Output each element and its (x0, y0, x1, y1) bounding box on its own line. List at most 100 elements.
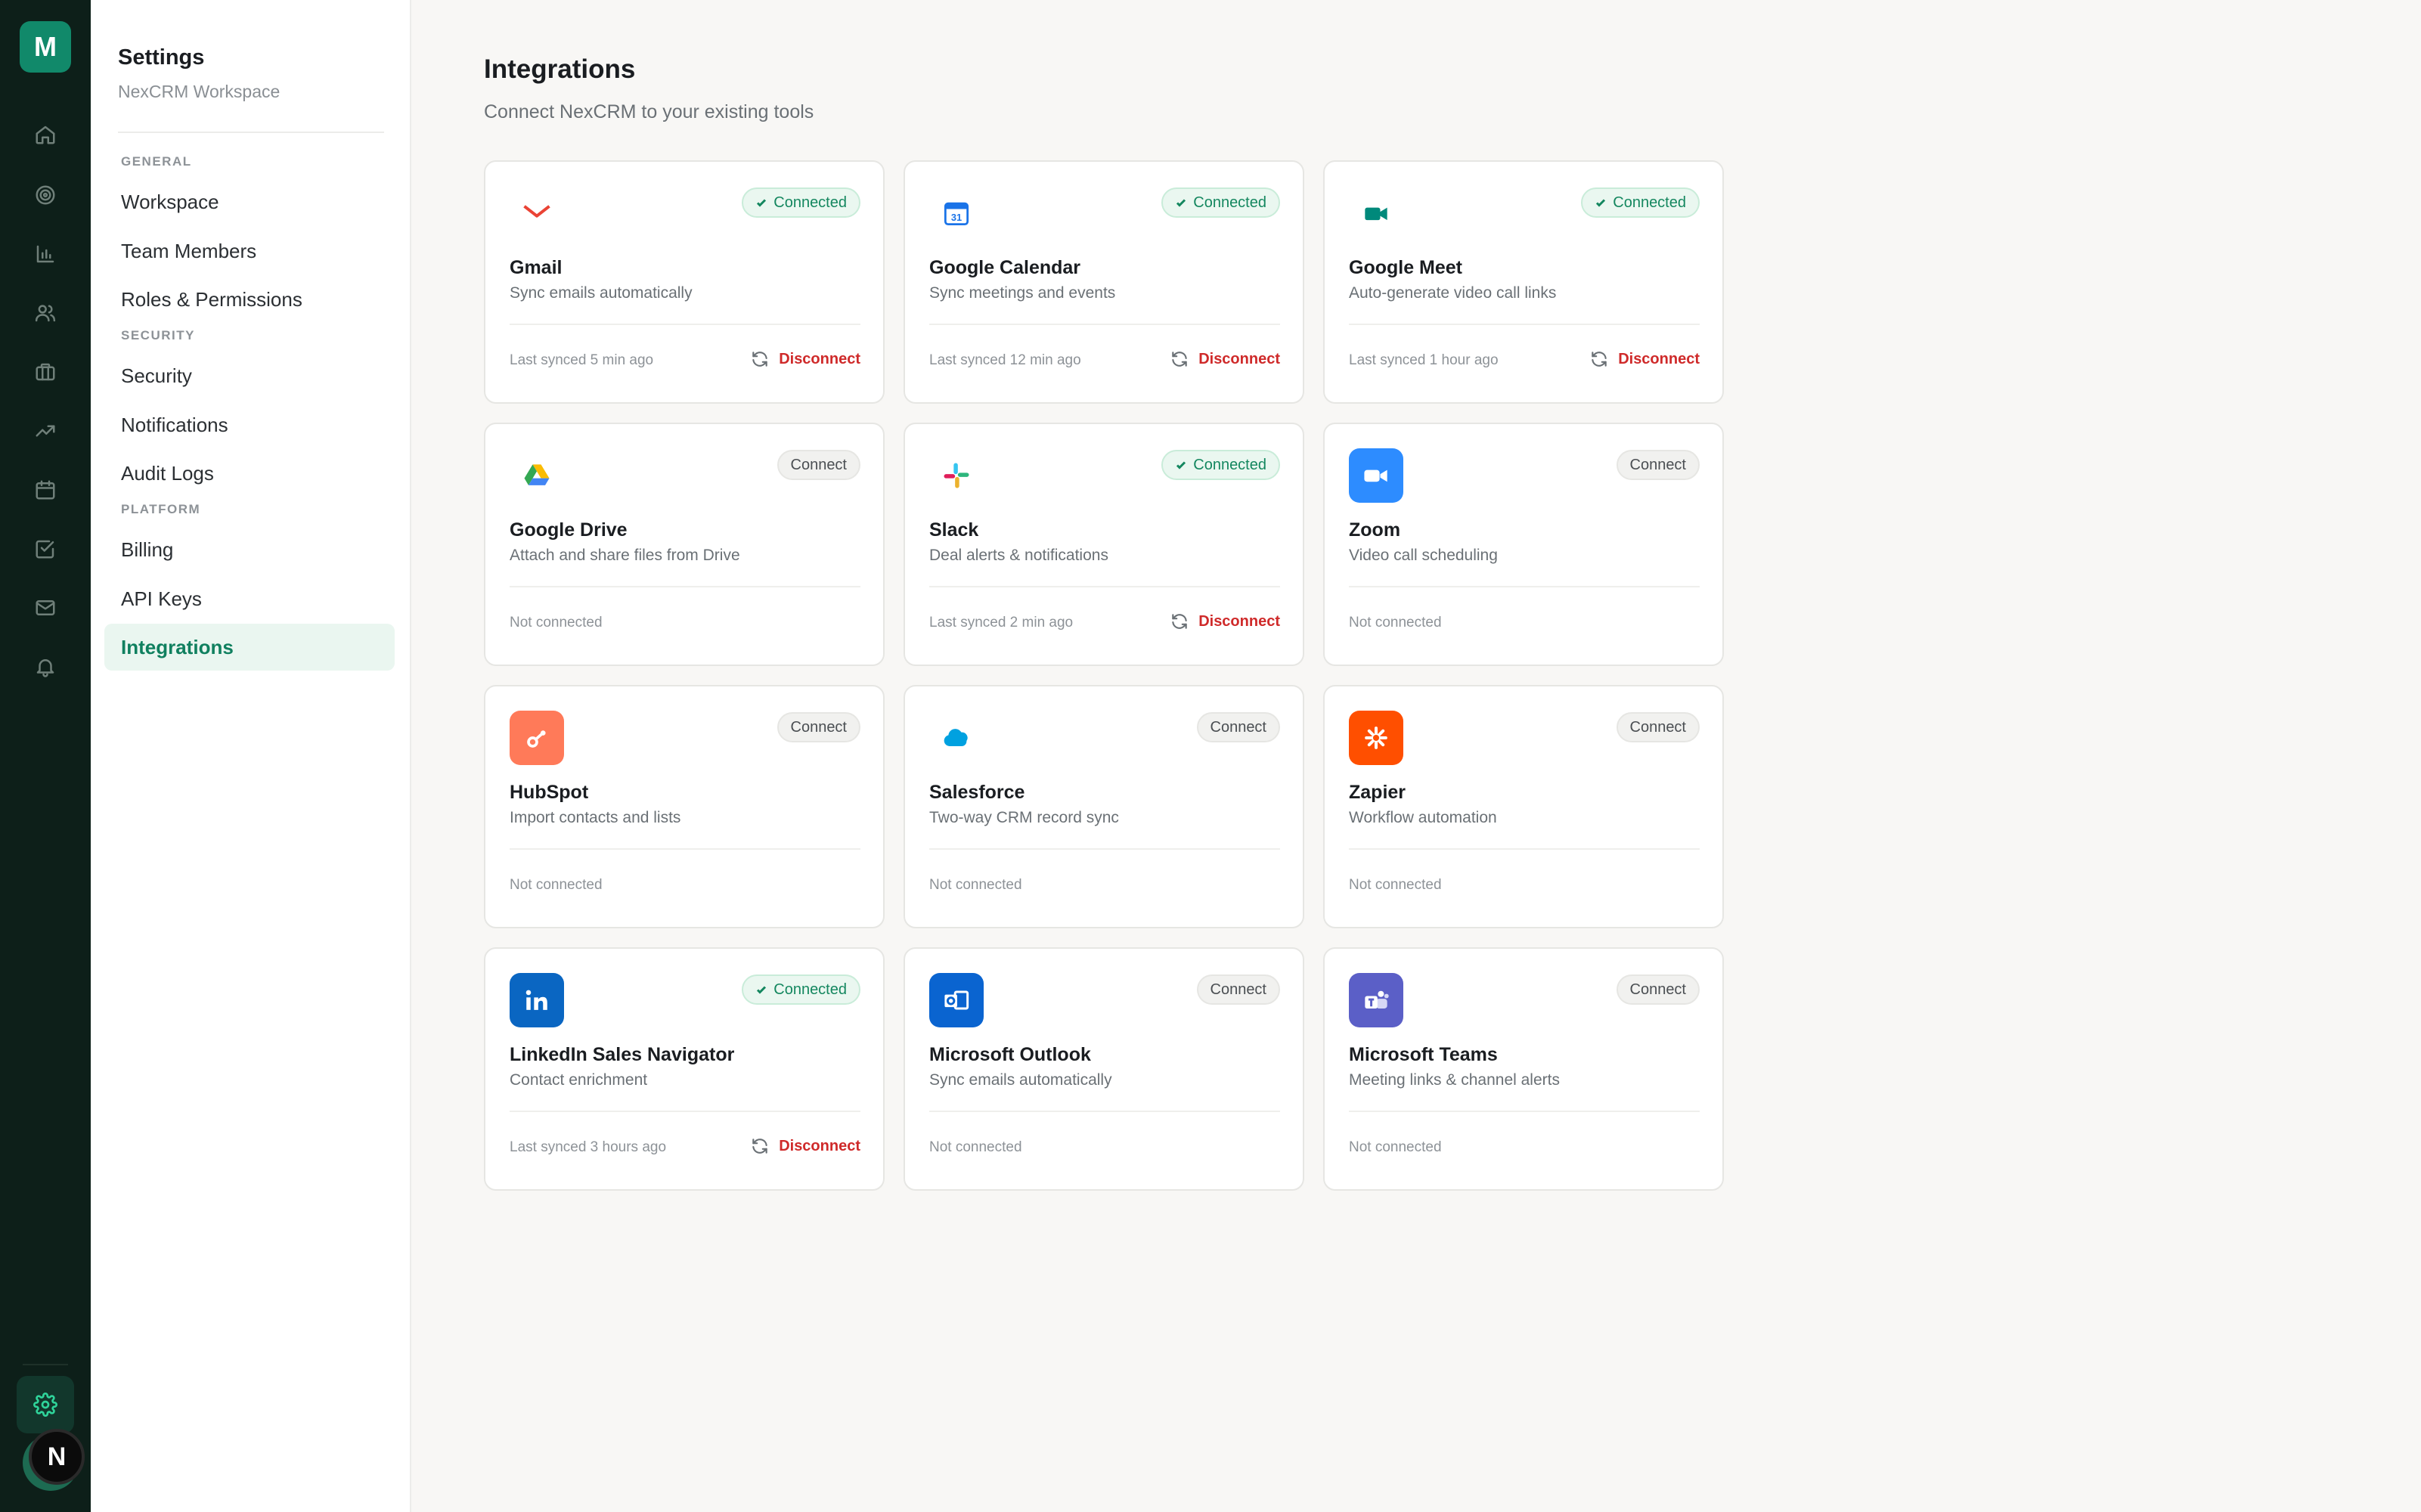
integration-description: Workflow automation (1349, 809, 1497, 826)
gear-icon[interactable] (17, 1376, 74, 1433)
refresh-icon[interactable] (750, 349, 770, 369)
check-icon (1595, 197, 1607, 209)
connect-button[interactable]: Connect (1616, 974, 1700, 1005)
card-divider (1349, 324, 1700, 325)
card-divider (510, 1111, 860, 1112)
card-divider (1349, 1111, 1700, 1112)
google-drive-icon (510, 448, 564, 503)
connect-button[interactable]: Connect (1196, 712, 1280, 742)
refresh-icon[interactable] (1170, 612, 1189, 631)
svg-text:31: 31 (951, 212, 962, 223)
briefcase-icon[interactable] (23, 349, 68, 395)
nav-item-security[interactable]: Security (104, 352, 395, 399)
integration-card-salesforce: Connect Salesforce Two-way CRM record sync… (904, 685, 1304, 928)
integration-name: Gmail (510, 257, 563, 278)
target-icon[interactable] (23, 172, 68, 218)
task-icon[interactable] (23, 526, 68, 572)
connect-button[interactable]: Connect (1616, 450, 1700, 480)
refresh-icon[interactable] (1170, 349, 1189, 369)
refresh-icon[interactable] (1589, 349, 1609, 369)
nav-item-integrations[interactable]: Integrations (104, 624, 395, 671)
integration-card-google-meet: Connected Google Meet Auto-generate video … (1323, 160, 1724, 404)
integration-card-slack: Connected Slack Deal alerts & notification… (904, 423, 1304, 666)
connect-button[interactable]: Connect (777, 712, 860, 742)
check-icon (755, 984, 767, 996)
card-divider (510, 586, 860, 587)
nav-item-team-members[interactable]: Team Members (104, 228, 395, 274)
bell-icon[interactable] (23, 644, 68, 689)
sync-status: Last synced 2 min ago (929, 615, 1074, 631)
mail-icon[interactable] (23, 585, 68, 631)
google-meet-icon (1349, 186, 1403, 240)
disconnect-button[interactable]: Disconnect (779, 351, 860, 368)
sync-status: Not connected (929, 1139, 1022, 1155)
integration-card-hubspot: Connect HubSpot Import contacts and lists N… (484, 685, 885, 928)
nav-item-roles-permissions[interactable]: Roles & Permissions (104, 276, 395, 323)
check-icon (1175, 459, 1187, 471)
sync-status: Not connected (929, 877, 1022, 893)
connect-button[interactable]: Connect (777, 450, 860, 480)
sync-status: Not connected (510, 615, 603, 631)
disconnect-button[interactable]: Disconnect (779, 1138, 860, 1155)
integration-name: Zoom (1349, 519, 1401, 541)
sync-status: Last synced 12 min ago (929, 352, 1081, 368)
integration-card-gmail: Connected Gmail Sync emails automatically L… (484, 160, 885, 404)
nav-item-notifications[interactable]: Notifications (104, 401, 395, 448)
connected-badge: Connected (742, 187, 860, 218)
app-logo[interactable]: M (20, 21, 71, 73)
disconnect-button[interactable]: Disconnect (1198, 613, 1280, 631)
refresh-icon[interactable] (750, 1136, 770, 1156)
integration-description: Sync emails automatically (929, 1071, 1112, 1089)
integration-card-linkedin-sales-navigator: Connected LinkedIn Sales Navigator Contact… (484, 947, 885, 1191)
settings-nav: Settings NexCRM Workspace GENERAL Worksp… (91, 0, 411, 1512)
calendar-icon[interactable] (23, 467, 68, 513)
integration-card-google-drive: Connect Google Drive Attach and share file… (484, 423, 885, 666)
integration-card-microsoft-teams: Connect Microsoft Teams Meeting links & ch… (1323, 947, 1724, 1191)
integration-name: Google Calendar (929, 257, 1081, 278)
main-content: Integrations Connect NexCRM to your exis… (411, 0, 2421, 1512)
connect-button[interactable]: Connect (1196, 974, 1280, 1005)
connected-badge: Connected (1581, 187, 1700, 218)
integration-name: Slack (929, 519, 979, 541)
integration-card-zoom: Connect Zoom Video call scheduling Not conn… (1323, 423, 1724, 666)
card-divider (1349, 848, 1700, 850)
nav-section-platform: PLATFORM (121, 502, 201, 516)
integration-description: Two-way CRM record sync (929, 809, 1119, 826)
disconnect-button[interactable]: Disconnect (1198, 351, 1280, 368)
check-icon (1175, 197, 1187, 209)
card-divider (929, 848, 1280, 850)
nav-item-billing[interactable]: Billing (104, 526, 395, 573)
bar-chart-icon[interactable] (23, 231, 68, 277)
settings-title: Settings (118, 45, 205, 70)
sync-status: Not connected (1349, 615, 1442, 631)
home-icon[interactable] (23, 112, 68, 157)
connected-badge: Connected (742, 974, 860, 1005)
nav-section-security: SECURITY (121, 328, 195, 342)
integrations-grid: Connected Gmail Sync emails automatically L… (484, 160, 1724, 1191)
integration-description: Deal alerts & notifications (929, 547, 1108, 564)
user-avatar[interactable]: N (29, 1429, 85, 1485)
disconnect-button[interactable]: Disconnect (1618, 351, 1700, 368)
slack-icon (929, 448, 984, 503)
integration-description: Sync emails automatically (510, 284, 693, 302)
sync-status: Not connected (1349, 877, 1442, 893)
sync-status: Not connected (1349, 1139, 1442, 1155)
page-subtitle: Connect NexCRM to your existing tools (484, 101, 814, 122)
nav-item-audit-logs[interactable]: Audit Logs (104, 450, 395, 497)
card-divider (1349, 586, 1700, 587)
trending-icon[interactable] (23, 408, 68, 454)
integration-description: Auto-generate video call links (1349, 284, 1557, 302)
integration-name: Google Meet (1349, 257, 1463, 278)
outlook-icon (929, 973, 984, 1027)
connect-button[interactable]: Connect (1616, 712, 1700, 742)
icon-rail: M N (0, 0, 91, 1512)
nav-section-general: GENERAL (121, 154, 192, 169)
nav-item-api-keys[interactable]: API Keys (104, 575, 395, 622)
card-divider (929, 586, 1280, 587)
gmail-icon (510, 186, 564, 240)
users-icon[interactable] (23, 290, 68, 336)
nav-item-workspace[interactable]: Workspace (104, 178, 395, 225)
check-icon (755, 197, 767, 209)
salesforce-icon (929, 711, 984, 765)
integration-name: Google Drive (510, 519, 628, 541)
